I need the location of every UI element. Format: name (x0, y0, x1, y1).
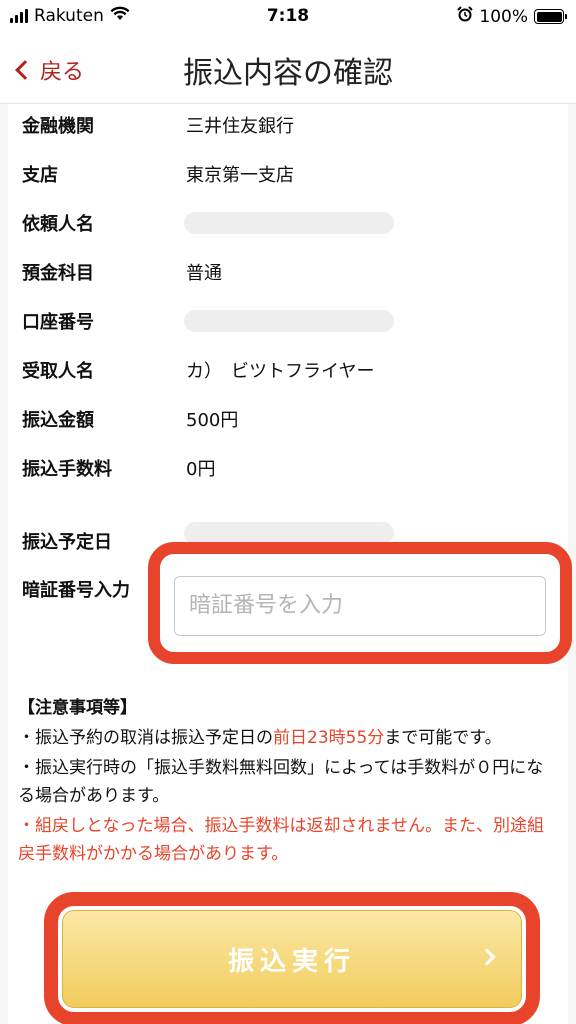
content: 金融機関 三井住友銀行 支店 東京第一支店 依頼人名 預金科目 普通 口座番号 … (0, 104, 576, 1024)
detail-row-recipient: 受取人名 カ） ビツトフライヤー (22, 357, 552, 387)
detail-label: 振込金額 (22, 410, 94, 431)
detail-label: 預金科目 (22, 263, 94, 284)
note-text: ・振込予約の取消は振込予定日の (18, 728, 273, 748)
detail-row-requester: 依頼人名 (22, 210, 552, 240)
battery-percent: 100% (479, 6, 528, 27)
note-reversal: ・組戻しとなった場合、振込手数料は返却されません。また、別途組戻手数料がかかる場… (18, 816, 544, 864)
battery-icon (534, 9, 567, 24)
pin-highlight-outline (148, 542, 572, 664)
note-deadline: 前日23時55分 (273, 728, 385, 748)
detail-value: 東京第一支店 (186, 165, 294, 186)
page-title-text: 振込内容の確認 (183, 56, 393, 91)
execute-label: 振込実行 (227, 946, 356, 977)
detail-value: 普通 (186, 263, 222, 284)
redacted-value (184, 310, 394, 332)
note-text: まで可能です。 (384, 728, 502, 748)
detail-row-amount: 振込金額 500円 (22, 406, 552, 436)
notes-section: 【注意事項等】 ・振込予約の取消は振込予定日の前日23時55分まで可能です。 ・… (18, 694, 558, 868)
detail-row-fee: 振込手数料 0円 (22, 455, 552, 485)
detail-label: 振込手数料 (22, 459, 112, 480)
note-fee-free: ・振込実行時の「振込手数料無料回数」によっては手数料が０円になる場合があります。 (18, 758, 544, 806)
detail-label: 金融機関 (22, 116, 94, 137)
alarm-icon (457, 6, 474, 27)
notes-heading: 【注意事項等】 (18, 698, 137, 718)
detail-label: 依頼人名 (22, 214, 94, 235)
detail-row-account-number: 口座番号 (22, 308, 552, 338)
execute-transfer-button[interactable]: 振込実行 (62, 910, 522, 1008)
nav-bar: 戻る 振込内容の確認 (0, 34, 576, 104)
detail-value: 500円 (186, 410, 239, 431)
detail-label: 支店 (22, 165, 58, 186)
page-title: 振込内容の確認 (0, 48, 576, 92)
redacted-value (184, 522, 394, 544)
detail-row-bank: 金融機関 三井住友銀行 (22, 112, 552, 142)
detail-row-branch: 支店 東京第一支店 (22, 161, 552, 191)
detail-label: 受取人名 (22, 361, 94, 382)
detail-value: 三井住友銀行 (186, 116, 294, 137)
detail-row-account-type: 預金科目 普通 (22, 259, 552, 289)
redacted-value (184, 212, 394, 234)
detail-label: 口座番号 (22, 312, 94, 333)
detail-value: カ） ビツトフライヤー (186, 361, 375, 382)
note-cancel: ・振込予約の取消は振込予定日の前日23時55分まで可能です。 (18, 724, 558, 752)
status-bar: Rakuten 7:18 100% (0, 0, 576, 34)
detail-value: 0円 (186, 459, 216, 480)
schedule-label: 振込予定日 (22, 532, 112, 553)
status-right: 100% (457, 6, 567, 27)
pin-label: 暗証番号入力 (22, 580, 130, 601)
chevron-right-icon (478, 948, 496, 966)
